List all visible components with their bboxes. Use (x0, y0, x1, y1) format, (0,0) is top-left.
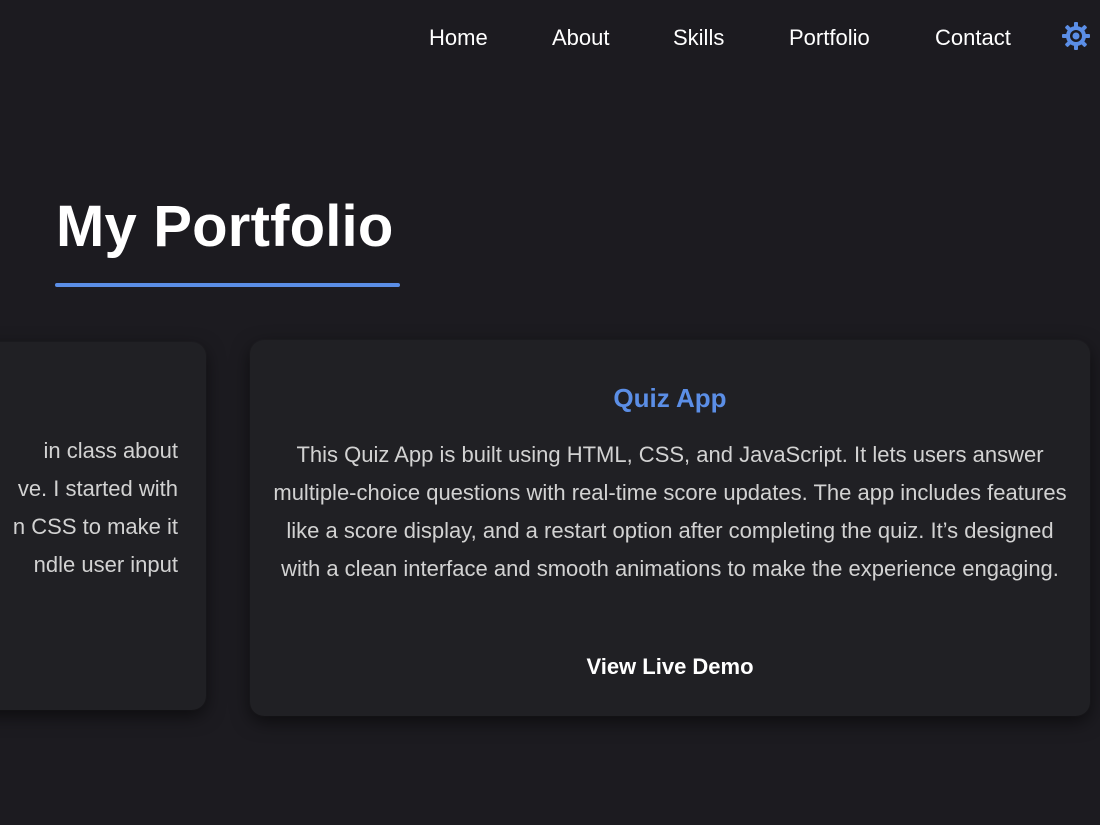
page: Home About Skills Portfolio Contact My P… (0, 0, 1100, 825)
nav-home-link[interactable]: Home (429, 24, 488, 52)
project-card-description: This Quiz App is built using HTML, CSS, … (273, 442, 1067, 581)
view-live-demo-link[interactable]: View Live Demo (250, 652, 1090, 682)
description-line: ndle user input (33, 552, 178, 577)
title-underline (55, 283, 400, 287)
project-card-quiz-app: Quiz App This Quiz App is built using HT… (250, 340, 1090, 716)
project-card-description: in class about ve. I started with n CSS … (0, 432, 178, 584)
nav-portfolio-link[interactable]: Portfolio (789, 24, 870, 52)
description-line: ve. I started with (17, 476, 178, 501)
project-card-title: Quiz App (613, 383, 727, 413)
nav-contact-link[interactable]: Contact (935, 24, 1011, 52)
gear-icon (1062, 22, 1090, 50)
page-title: My Portfolio (56, 194, 394, 259)
top-nav: Home About Skills Portfolio Contact (0, 0, 1100, 78)
nav-about-link[interactable]: About (552, 24, 610, 52)
project-card-previous: in class about ve. I started with n CSS … (0, 342, 206, 710)
theme-toggle-button[interactable] (1060, 20, 1092, 52)
description-line: n CSS to make it (12, 514, 178, 539)
nav-skills-link[interactable]: Skills (673, 24, 724, 52)
description-line: in class about (43, 438, 178, 463)
